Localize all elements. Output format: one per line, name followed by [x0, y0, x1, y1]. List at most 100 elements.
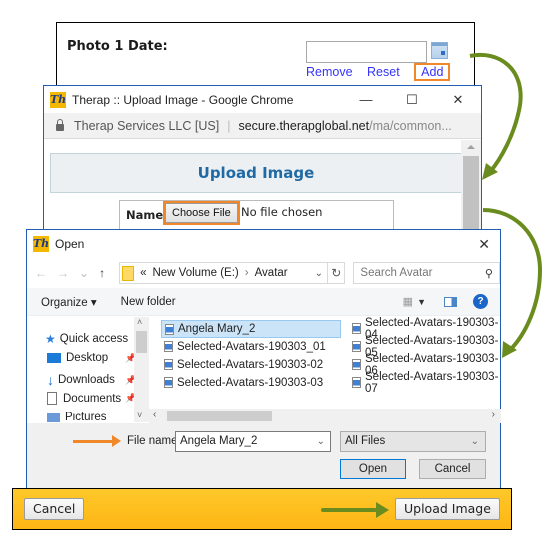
- path-overflow[interactable]: «: [140, 267, 146, 279]
- navigation-pane: ★ Quick access Desktop 📌 ↓ Downloads 📌 D…: [27, 317, 149, 422]
- scroll-thumb[interactable]: [136, 331, 147, 353]
- image-file-icon: [164, 359, 173, 370]
- file-name: Selected-Avatars-190303-03: [177, 377, 324, 389]
- file-item[interactable]: Angela Mary_2: [161, 320, 341, 338]
- back-arrow-icon[interactable]: ←: [35, 266, 47, 280]
- view-options-icon[interactable]: ▦: [403, 295, 413, 308]
- scroll-down-icon[interactable]: ˅: [137, 410, 142, 420]
- reset-link[interactable]: Reset: [367, 65, 400, 79]
- minimize-button[interactable]: —: [343, 92, 389, 108]
- arrow-head-1: [482, 163, 498, 180]
- file-type-value: All Files: [345, 435, 386, 447]
- dialog-close-button[interactable]: ✕: [478, 236, 490, 253]
- dialog-toolbar: Organize ▾ New folder ▦ ▼ ?: [27, 288, 500, 316]
- sidebar-item-downloads[interactable]: ↓ Downloads 📌: [47, 372, 136, 388]
- image-file-icon: [352, 359, 361, 370]
- green-pointer-arrow: [321, 502, 389, 518]
- add-link[interactable]: Add: [414, 63, 451, 81]
- chevron-down-icon[interactable]: ⌄: [471, 432, 479, 451]
- sidebar-item-documents[interactable]: Documents 📌: [47, 392, 136, 405]
- file-name-value: Angela Mary_2: [180, 435, 258, 447]
- breadcrumb-separator: ›: [244, 267, 249, 279]
- search-placeholder: Search Avatar: [360, 267, 433, 279]
- sidebar-item-desktop[interactable]: Desktop 📌: [47, 352, 136, 364]
- up-arrow-icon[interactable]: ↑: [99, 266, 105, 280]
- recent-locations-icon[interactable]: ⌄: [79, 266, 89, 280]
- file-item[interactable]: Selected-Avatars-190303_01: [161, 338, 326, 356]
- help-icon[interactable]: ?: [473, 294, 488, 309]
- dialog-title: Open: [55, 237, 85, 251]
- upload-image-heading: Upload Image: [50, 153, 462, 193]
- dialog-cancel-button[interactable]: Cancel: [419, 459, 486, 479]
- new-folder-button[interactable]: New folder: [121, 296, 176, 308]
- upload-footer-bar: Cancel Upload Image: [12, 488, 512, 530]
- organize-menu[interactable]: Organize ▾: [41, 295, 97, 309]
- choose-file-button[interactable]: Choose File: [163, 201, 240, 225]
- scroll-up-icon[interactable]: ˄: [137, 317, 142, 327]
- preview-pane-icon[interactable]: [444, 296, 457, 307]
- view-dropdown-icon[interactable]: ▼: [417, 297, 426, 307]
- file-type-select[interactable]: All Files ⌄: [340, 431, 486, 452]
- document-icon: [47, 392, 57, 405]
- search-input[interactable]: Search Avatar ⚲: [353, 262, 500, 284]
- cancel-button[interactable]: Cancel: [24, 498, 85, 520]
- path-breadcrumb[interactable]: « New Volume (E:) › Avatar ⌄: [119, 262, 329, 284]
- file-item[interactable]: Selected-Avatars-190303-03: [161, 374, 323, 392]
- name-label: Name: [126, 208, 164, 222]
- sidebar-item-label: Downloads: [58, 374, 115, 386]
- sidebar-item-quick-access[interactable]: ★ Quick access: [45, 332, 128, 346]
- dialog-title-bar: Th Open ✕: [27, 230, 500, 258]
- site-org: Therap Services LLC [US]: [74, 118, 220, 133]
- therap-logo-icon: Th: [33, 236, 50, 252]
- file-name-label: File name:: [127, 435, 181, 447]
- image-file-icon: [164, 341, 173, 352]
- photo-date-input[interactable]: [306, 41, 427, 63]
- download-icon: ↓: [47, 372, 54, 388]
- file-name: Selected-Avatars-190303_01: [177, 341, 326, 353]
- file-name-input[interactable]: Angela Mary_2 ⌄: [175, 431, 331, 452]
- file-name: Selected-Avatars-190303-07: [365, 371, 499, 395]
- address-bar[interactable]: Therap Services LLC [US] | secure.therap…: [44, 113, 481, 139]
- maximize-button[interactable]: ☐: [389, 92, 435, 108]
- scroll-thumb[interactable]: [463, 156, 479, 236]
- scroll-right-icon[interactable]: ›: [492, 409, 495, 420]
- chevron-down-icon[interactable]: ⌄: [315, 268, 323, 279]
- file-name: Selected-Avatars-190303-02: [177, 359, 324, 371]
- scroll-thumb[interactable]: [167, 411, 272, 421]
- image-file-icon: [352, 377, 361, 388]
- file-name: Angela Mary_2: [178, 323, 256, 335]
- orange-pointer-arrow: [73, 435, 121, 447]
- forward-arrow-icon[interactable]: →: [57, 266, 69, 280]
- open-button[interactable]: Open: [340, 459, 406, 479]
- sidebar-item-label: Pictures: [65, 412, 107, 422]
- file-item[interactable]: Selected-Avatars-190303-02: [161, 356, 323, 374]
- file-item[interactable]: Selected-Avatars-190303-07: [349, 371, 501, 395]
- refresh-icon[interactable]: ↻: [328, 262, 346, 284]
- upload-image-button[interactable]: Upload Image: [395, 498, 500, 520]
- page-scrollbar[interactable]: [461, 140, 481, 236]
- therap-logo-icon: Th: [50, 91, 67, 108]
- breadcrumb-avatar[interactable]: Avatar: [255, 267, 288, 279]
- sidebar-item-pictures[interactable]: Pictures: [47, 412, 107, 422]
- upload-page: Upload Image Name Choose File No file ch…: [44, 140, 462, 235]
- navigation-row: ← → ⌄ ↑ « New Volume (E:) › Avatar ⌄ ↻ S…: [27, 258, 500, 288]
- close-button[interactable]: ✕: [435, 92, 481, 108]
- calendar-icon[interactable]: [431, 42, 448, 59]
- image-file-icon: [164, 377, 173, 388]
- pictures-icon: [47, 412, 60, 422]
- lock-icon: [56, 119, 64, 131]
- search-icon[interactable]: ⚲: [485, 267, 493, 280]
- chrome-popup-window: Th Therap :: Upload Image - Google Chrom…: [43, 85, 482, 236]
- sidebar-item-label: Quick access: [59, 333, 129, 345]
- file-list: Angela Mary_2 Selected-Avatars-190303_01…: [149, 317, 501, 409]
- dialog-bottom-area: File name: Angela Mary_2 ⌄ All Files ⌄ O…: [27, 423, 500, 489]
- navigation-scrollbar[interactable]: ˄ ˅: [134, 317, 149, 422]
- file-list-scrollbar[interactable]: ‹ ›: [149, 409, 501, 423]
- remove-link[interactable]: Remove: [306, 65, 353, 79]
- image-file-icon: [352, 323, 361, 334]
- sidebar-item-label: Documents: [63, 392, 122, 405]
- scroll-left-icon[interactable]: ‹: [153, 409, 156, 420]
- breadcrumb-volume[interactable]: New Volume (E:): [152, 267, 238, 279]
- chevron-down-icon[interactable]: ⌄: [317, 432, 325, 451]
- scroll-up-icon[interactable]: [467, 145, 475, 149]
